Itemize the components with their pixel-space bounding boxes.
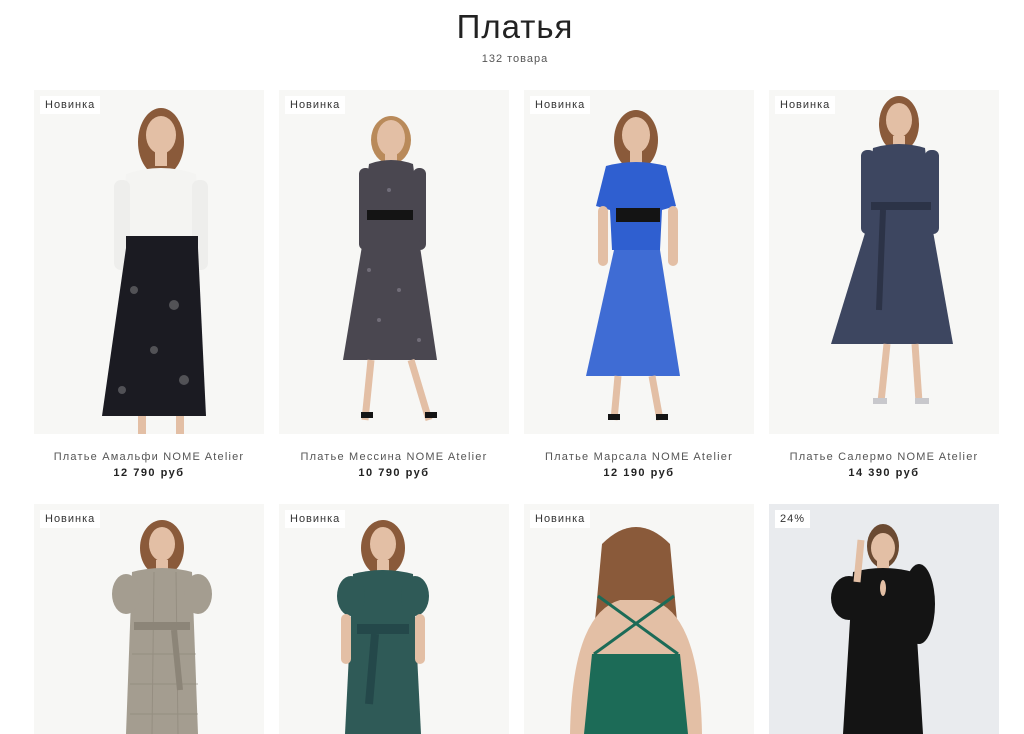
dress-photo-white-black-lace (34, 90, 264, 434)
product-photo[interactable]: 24% (769, 504, 999, 734)
product-photo[interactable]: Новинка (279, 90, 509, 434)
dress-photo-black-keyhole (769, 504, 999, 734)
new-badge: Новинка (285, 96, 346, 114)
new-badge: Новинка (40, 510, 101, 528)
product-photo[interactable]: Новинка (524, 504, 754, 734)
product-photo[interactable]: Новинка (769, 90, 999, 434)
product-photo[interactable]: Новинка (34, 504, 264, 734)
product-price: 12 790 руб (113, 467, 185, 479)
dress-photo-sequin-black (279, 90, 509, 434)
product-price: 14 390 руб (848, 467, 920, 479)
product-price: 12 190 руб (603, 467, 675, 479)
product-name[interactable]: Платье Мессина NOME Atelier (279, 451, 509, 463)
page-title: Платья (456, 8, 574, 45)
dress-photo-grey-check (34, 504, 264, 734)
product-name[interactable]: Платье Салермо NOME Atelier (769, 451, 999, 463)
product-name[interactable]: Платье Амальфи NOME Atelier (34, 451, 264, 463)
new-badge: Новинка (285, 510, 346, 528)
product-count: 132 товара (481, 53, 549, 65)
discount-badge: 24% (775, 510, 811, 528)
new-badge: Новинка (530, 96, 591, 114)
dress-photo-green-slip-back (524, 504, 754, 734)
product-photo[interactable]: Новинка (524, 90, 754, 434)
product-price: 10 790 руб (358, 467, 430, 479)
new-badge: Новинка (40, 96, 101, 114)
dress-photo-blue-chiffon (524, 90, 754, 434)
product-name[interactable]: Платье Марсала NOME Atelier (524, 451, 754, 463)
product-photo[interactable]: Новинка (279, 504, 509, 734)
new-badge: Новинка (530, 510, 591, 528)
dress-photo-teal-velvet (279, 504, 509, 734)
new-badge: Новинка (775, 96, 836, 114)
dress-photo-navy-lurex (769, 90, 999, 434)
product-photo[interactable]: Новинка (34, 90, 264, 434)
